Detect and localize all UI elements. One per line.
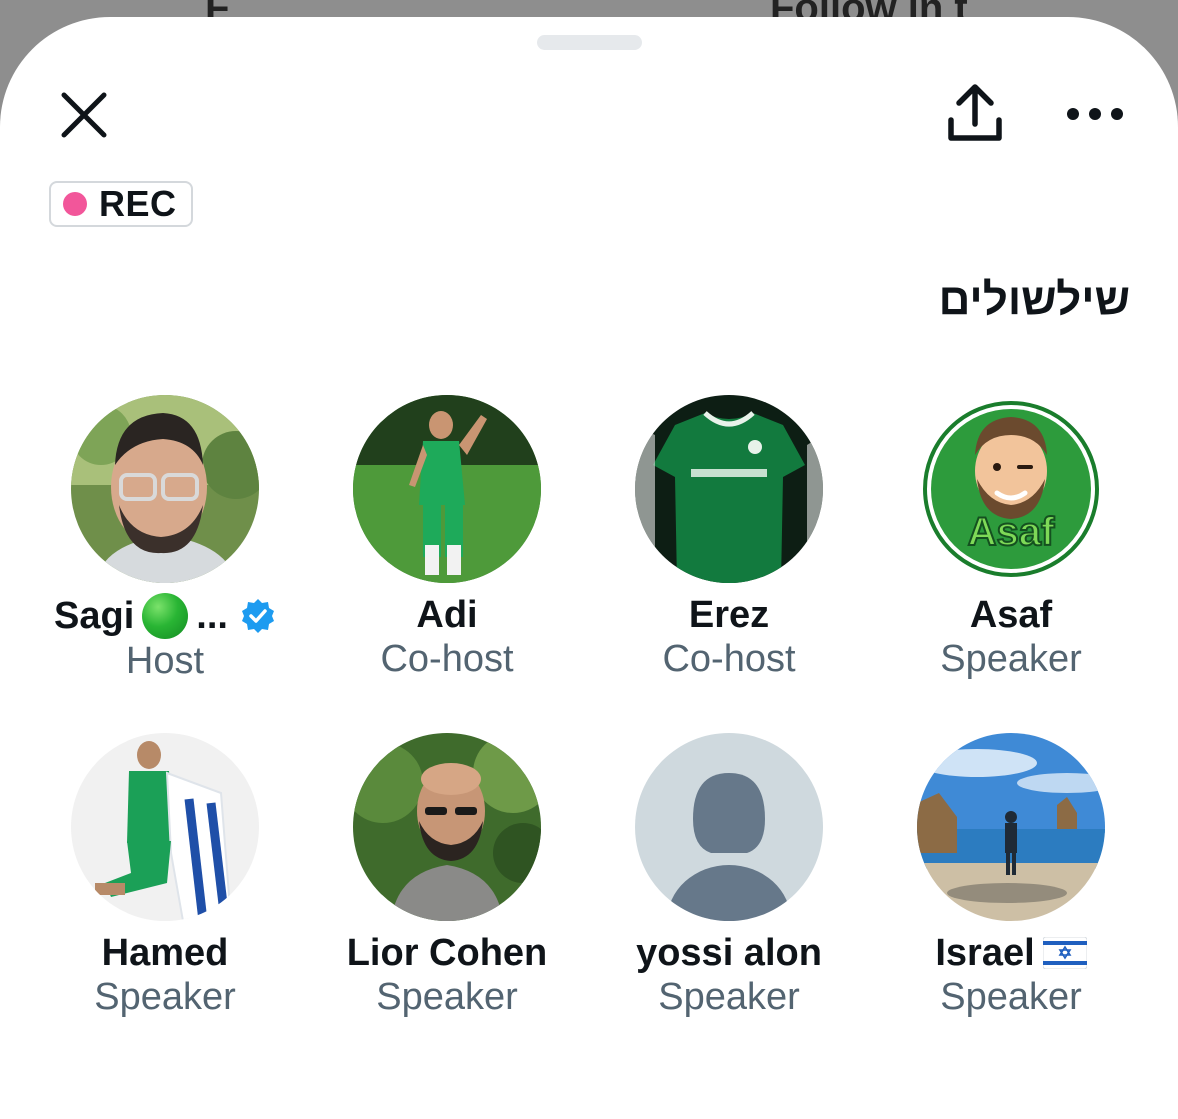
- participant-name: Asaf: [969, 594, 1053, 636]
- participant-adi[interactable]: Adi Co-host: [306, 395, 588, 681]
- avatar[interactable]: [71, 395, 259, 583]
- more-icon: [1067, 108, 1123, 120]
- participant-name: Adi: [416, 594, 478, 636]
- participant-hamed[interactable]: Hamed Speaker: [24, 733, 306, 1019]
- more-button[interactable]: [1060, 89, 1130, 139]
- participant-israel[interactable]: Israel Speaker: [870, 733, 1152, 1019]
- participant-role: Co-host: [662, 638, 796, 680]
- recording-label: REC: [99, 183, 177, 224]
- space-title: שילשולים: [938, 275, 1130, 324]
- participant-role: Speaker: [658, 976, 800, 1018]
- avatar[interactable]: [353, 733, 541, 921]
- avatar[interactable]: [917, 733, 1105, 921]
- participant-sagi[interactable]: Sagi ... Host: [24, 395, 306, 683]
- participant-asaf[interactable]: Asaf Asaf Speaker: [870, 395, 1152, 681]
- space-bottom-sheet: REC שילשולים Sagi ... Host Adi Co-host E…: [0, 17, 1178, 1119]
- participant-name: Israel: [870, 931, 1152, 975]
- close-button[interactable]: [52, 83, 116, 147]
- default-avatar[interactable]: [635, 733, 823, 921]
- participant-role: Speaker: [940, 976, 1082, 1018]
- sheet-grabber[interactable]: [537, 35, 642, 50]
- participant-role: Host: [125, 640, 205, 682]
- green-circle-icon: [142, 593, 189, 639]
- participant-name: Hamed: [101, 932, 229, 974]
- israel-flag-icon: [1042, 937, 1087, 969]
- participant-role: Co-host: [380, 638, 514, 680]
- participant-role: Speaker: [376, 976, 518, 1018]
- participant-name: yossi alon: [636, 932, 822, 974]
- recording-dot-icon: [63, 192, 87, 216]
- avatar[interactable]: [71, 733, 259, 921]
- participant-role: Speaker: [940, 638, 1082, 680]
- participant-name: Sagi ...: [24, 593, 306, 639]
- close-icon: [61, 92, 107, 138]
- participant-yossi-alon[interactable]: yossi alon Speaker: [588, 733, 870, 1019]
- share-button[interactable]: [940, 79, 1010, 149]
- avatar[interactable]: [353, 395, 541, 583]
- share-icon: [948, 84, 1002, 141]
- participant-lior-cohen[interactable]: Lior Cohen Speaker: [306, 733, 588, 1019]
- participant-name: Lior Cohen: [346, 932, 548, 974]
- avatar-text: Asaf: [968, 510, 1055, 554]
- participant-role: Speaker: [94, 976, 236, 1018]
- participant-name: Erez: [688, 594, 770, 636]
- default-avatar-icon: [635, 733, 823, 921]
- recording-badge: REC: [49, 181, 193, 227]
- participant-erez[interactable]: Erez Co-host: [588, 395, 870, 681]
- avatar[interactable]: Asaf: [917, 395, 1105, 583]
- verified-badge-icon: [241, 599, 274, 633]
- avatar[interactable]: [635, 395, 823, 583]
